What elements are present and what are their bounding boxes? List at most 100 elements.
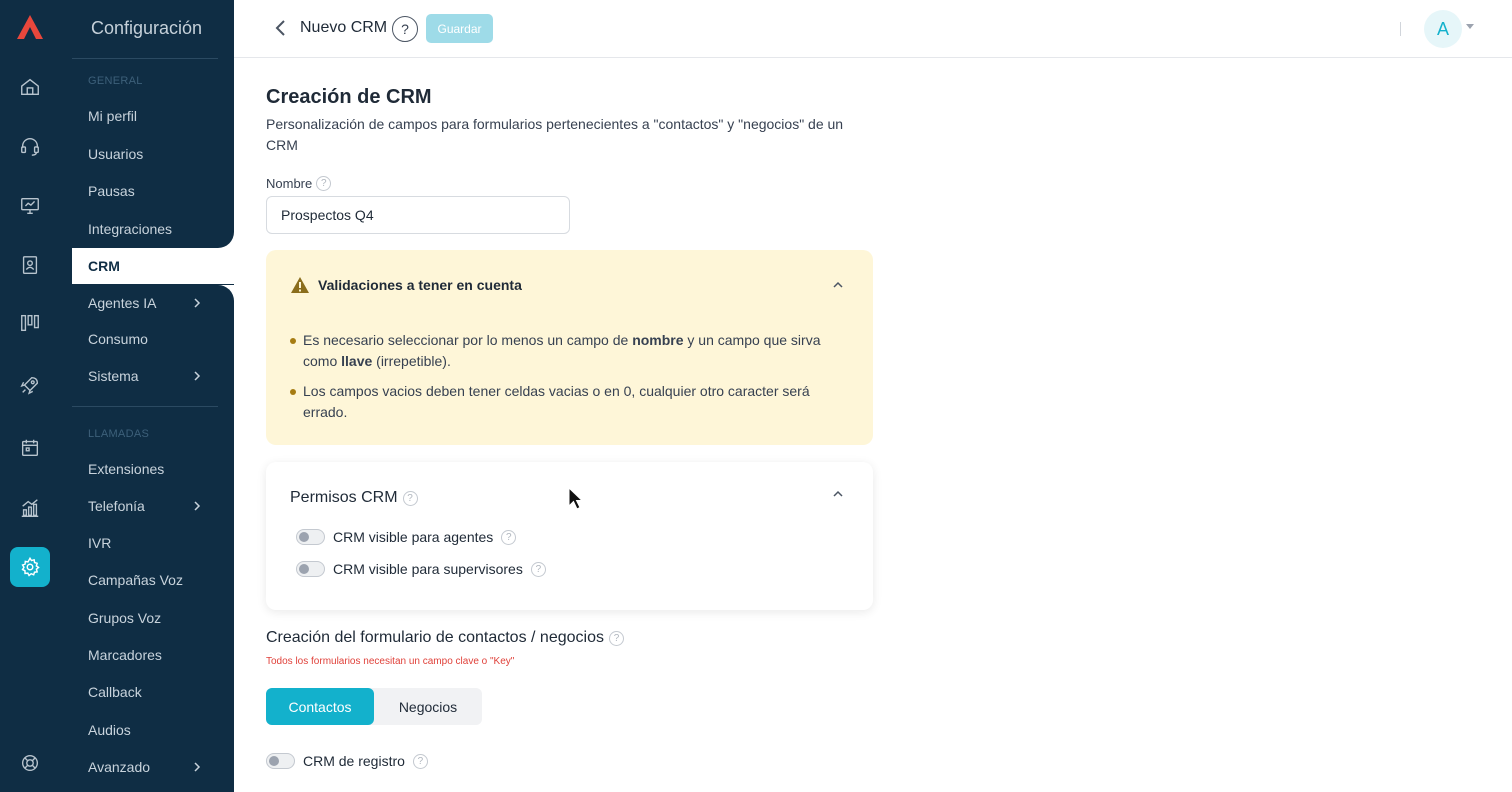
permissions-card: Permisos CRM ? CRM visible para agentes … xyxy=(266,462,873,610)
nav-item-consumo[interactable]: Consumo xyxy=(72,321,234,357)
support-lifebuoy-icon[interactable] xyxy=(16,749,44,777)
nav-item-pausas[interactable]: Pausas xyxy=(72,173,234,209)
analytics-icon[interactable] xyxy=(16,494,44,522)
nav-item-label: Audios xyxy=(88,722,131,738)
nav-item-label: Campañas Voz xyxy=(88,572,183,588)
save-button[interactable]: Guardar xyxy=(426,14,493,43)
toggle-row-agents: CRM visible para agentes ? xyxy=(296,529,517,545)
kanban-icon[interactable] xyxy=(16,309,44,337)
help-button[interactable]: ? xyxy=(392,16,418,42)
toggle-label: CRM visible para supervisores xyxy=(333,561,523,577)
page-title: Nuevo CRM xyxy=(300,19,388,36)
form-key-warning: Todos los formularios necesitan un campo… xyxy=(266,656,515,667)
caret-down-icon[interactable] xyxy=(1466,24,1474,29)
form-title-text: Creación del formulario de contactos / n… xyxy=(266,629,604,646)
nav-item-label: Callback xyxy=(88,684,142,700)
agents-visibility-toggle[interactable] xyxy=(296,529,325,545)
nav-item-crm[interactable]: CRM xyxy=(72,248,234,284)
form-tabs: Contactos Negocios xyxy=(266,688,482,725)
nav-item-label: Marcadores xyxy=(88,647,162,663)
nav-item-sistema[interactable]: Sistema xyxy=(72,358,234,394)
validations-header[interactable]: Validaciones a tener en cuenta xyxy=(290,276,522,294)
validation-item: Los campos vacios deben tener celdas vac… xyxy=(290,381,850,423)
nav-title: Configuración xyxy=(91,18,203,38)
monitor-icon[interactable] xyxy=(16,192,44,220)
toggle-label: CRM visible para agentes xyxy=(333,529,494,545)
nav-item-label: CRM xyxy=(88,258,120,274)
nav-item-label: Telefonía xyxy=(88,498,145,514)
icon-rail xyxy=(0,0,72,792)
supervisors-visibility-toggle[interactable] xyxy=(296,561,325,577)
calendar-icon[interactable] xyxy=(16,434,44,462)
validation-text: Los campos vacios deben tener celdas vac… xyxy=(303,383,810,420)
settings-nav: Configuración GENERAL Mi perfil Usuarios… xyxy=(72,0,234,792)
user-avatar[interactable]: A xyxy=(1424,10,1462,48)
question-icon[interactable]: ? xyxy=(402,490,418,506)
toggle-row-supervisors: CRM visible para supervisores ? xyxy=(296,561,546,577)
nav-item-label: Avanzado xyxy=(88,759,151,775)
name-field-label: Nombre ? xyxy=(266,176,332,191)
crm-name-input[interactable] xyxy=(266,196,570,234)
nav-item-mi-perfil[interactable]: Mi perfil xyxy=(72,98,234,134)
chevron-up-icon[interactable] xyxy=(831,278,845,292)
nav-item-marcadores[interactable]: Marcadores xyxy=(72,637,234,673)
validations-list: Es necesario seleccionar por lo menos un… xyxy=(290,330,850,432)
nav-item-telefonia[interactable]: Telefonía xyxy=(72,488,234,524)
nav-item-label: Grupos Voz xyxy=(88,610,162,626)
nav-item-usuarios[interactable]: Usuarios xyxy=(72,136,234,172)
header-divider xyxy=(1400,22,1401,36)
chevron-up-icon[interactable] xyxy=(831,487,845,501)
nav-item-extensiones[interactable]: Extensiones xyxy=(72,451,234,487)
question-icon[interactable]: ? xyxy=(316,176,332,191)
nav-item-label: Extensiones xyxy=(88,461,165,477)
validation-text: (irrepetible). xyxy=(372,353,451,369)
section-description: Personalización de campos para formulari… xyxy=(266,116,844,153)
nav-item-callback[interactable]: Callback xyxy=(72,674,234,710)
contacts-book-icon[interactable] xyxy=(16,251,44,279)
nav-item-integraciones[interactable]: Integraciones xyxy=(72,211,234,247)
permissions-header[interactable]: Permisos CRM ? xyxy=(290,489,418,507)
nav-item-agentes-ia[interactable]: Agentes IA xyxy=(72,285,234,321)
nav-item-label: Pausas xyxy=(88,183,135,199)
section-title: Creación de CRM xyxy=(266,86,432,108)
validations-title: Validaciones a tener en cuenta xyxy=(318,277,522,293)
question-icon[interactable]: ? xyxy=(608,630,624,646)
nav-item-campanas-voz[interactable]: Campañas Voz xyxy=(72,562,234,598)
headset-icon[interactable] xyxy=(16,132,44,160)
rocket-icon[interactable] xyxy=(16,371,44,399)
tab-negocios[interactable]: Negocios xyxy=(374,688,482,725)
warning-triangle-icon xyxy=(291,277,309,293)
nav-divider xyxy=(72,406,218,407)
page-header: Nuevo CRM ? Guardar A xyxy=(234,0,1512,58)
validations-panel: Validaciones a tener en cuenta Es necesa… xyxy=(266,250,873,445)
nav-item-label: Consumo xyxy=(88,331,148,347)
name-label-text: Nombre xyxy=(266,176,313,191)
settings-gear-icon[interactable] xyxy=(10,547,50,587)
nav-item-label: Usuarios xyxy=(88,146,144,162)
registry-crm-toggle[interactable] xyxy=(266,753,295,769)
validation-emphasis: llave xyxy=(341,353,373,369)
registry-toggle-row: CRM de registro ? xyxy=(266,753,428,769)
validation-emphasis: nombre xyxy=(632,332,684,348)
chevron-right-icon xyxy=(194,762,201,772)
home-icon[interactable] xyxy=(16,73,44,101)
validation-item: Es necesario seleccionar por lo menos un… xyxy=(290,330,850,372)
nav-item-label: Integraciones xyxy=(88,221,173,237)
question-icon[interactable]: ? xyxy=(501,529,517,545)
mouse-cursor-icon xyxy=(568,487,584,510)
tab-contactos[interactable]: Contactos xyxy=(266,688,374,725)
nav-item-ivr[interactable]: IVR xyxy=(72,525,234,561)
question-icon[interactable]: ? xyxy=(412,753,428,769)
nav-item-label: IVR xyxy=(88,535,112,551)
question-icon[interactable]: ? xyxy=(530,561,546,577)
nav-divider xyxy=(72,58,218,59)
app-logo-icon[interactable] xyxy=(14,12,46,44)
back-arrow-icon[interactable] xyxy=(272,18,290,38)
toggle-label: CRM de registro xyxy=(303,753,405,769)
chevron-right-icon xyxy=(194,501,201,511)
permissions-title: Permisos CRM xyxy=(290,489,398,506)
nav-item-avanzado[interactable]: Avanzado xyxy=(72,749,234,785)
nav-item-grupos-voz[interactable]: Grupos Voz xyxy=(72,600,234,636)
nav-item-audios[interactable]: Audios xyxy=(72,712,234,748)
chevron-right-icon xyxy=(194,371,201,381)
